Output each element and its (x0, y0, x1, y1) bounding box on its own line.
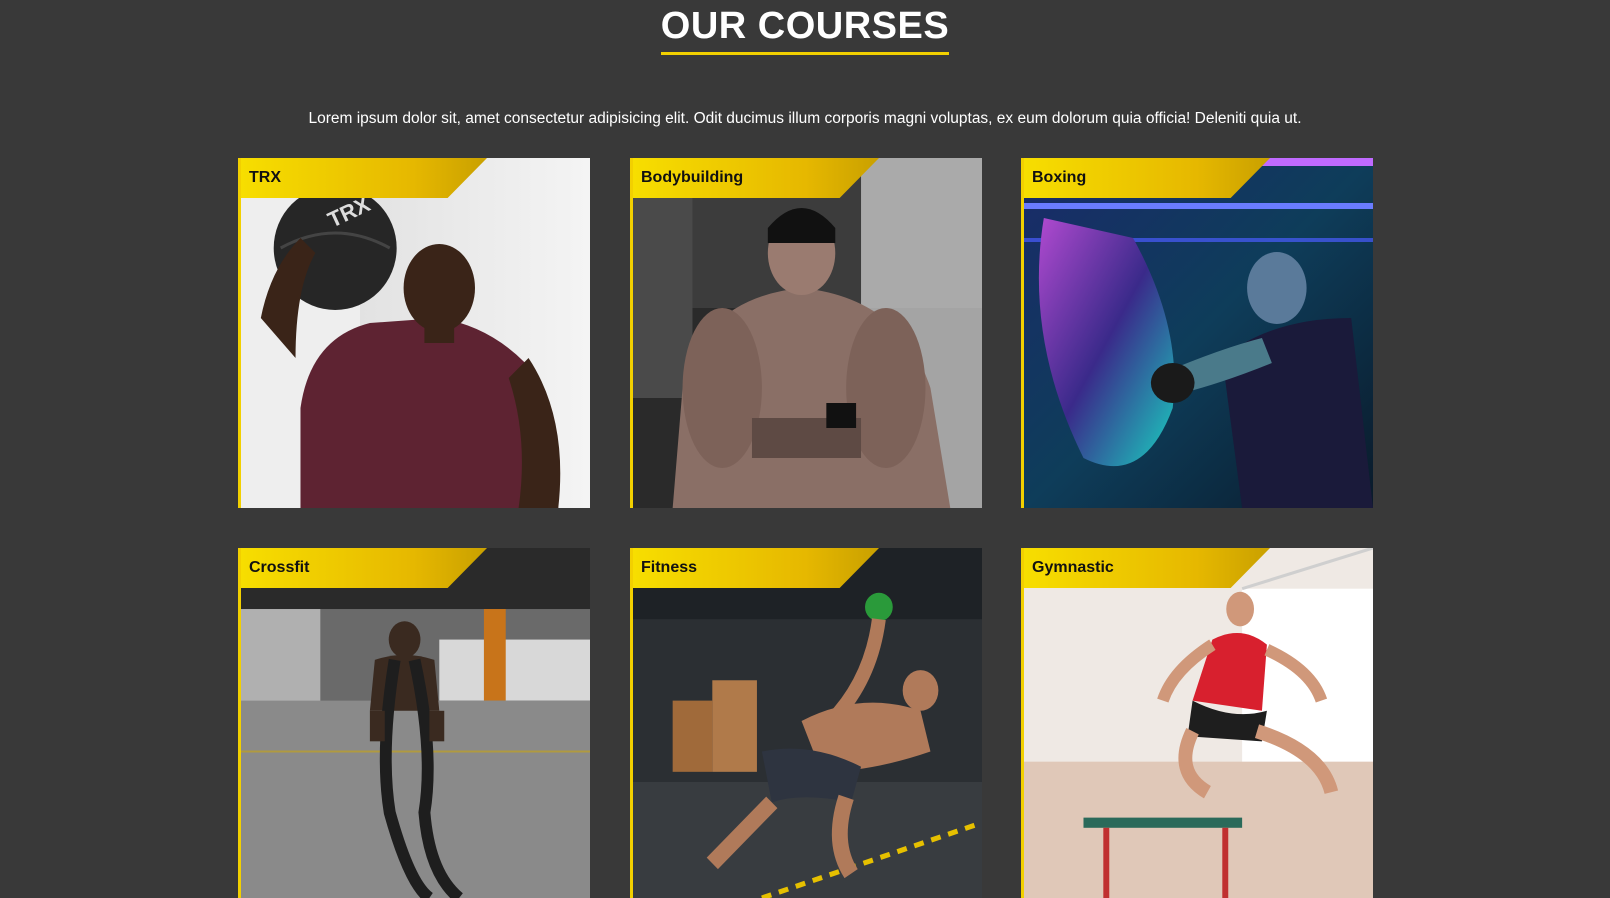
course-label-trx: TRX (249, 169, 281, 186)
course-card-boxing[interactable]: Boxing (1021, 158, 1373, 508)
course-label-crossfit: Crossfit (249, 559, 310, 576)
course-card-crossfit[interactable]: Crossfit (238, 548, 590, 898)
section-intro: Lorem ipsum dolor sit, amet consectetur … (308, 109, 1302, 127)
course-label-bodybuilding: Bodybuilding (641, 169, 744, 186)
course-card-fitness[interactable]: Fitness (630, 548, 982, 898)
course-photo-gymnastic (1024, 548, 1373, 898)
course-label-fitness: Fitness (641, 559, 698, 576)
course-photo-fitness (633, 548, 982, 898)
course-photo-bodybuilding (633, 158, 982, 508)
course-card-bodybuilding[interactable]: Bodybuilding (630, 158, 982, 508)
course-photo-trx: TRX (241, 158, 590, 508)
page-title: OUR COURSES (660, 6, 950, 55)
course-card-gymnastic[interactable]: Gymnastic (1021, 548, 1373, 898)
course-photo-boxing (1024, 158, 1373, 508)
section-header: OUR COURSES (0, 0, 1610, 55)
course-card-trx[interactable]: TRX TRX (238, 158, 590, 508)
course-photo-crossfit (241, 548, 590, 898)
course-label-boxing: Boxing (1032, 169, 1087, 186)
course-label-gymnastic: Gymnastic (1032, 559, 1114, 576)
